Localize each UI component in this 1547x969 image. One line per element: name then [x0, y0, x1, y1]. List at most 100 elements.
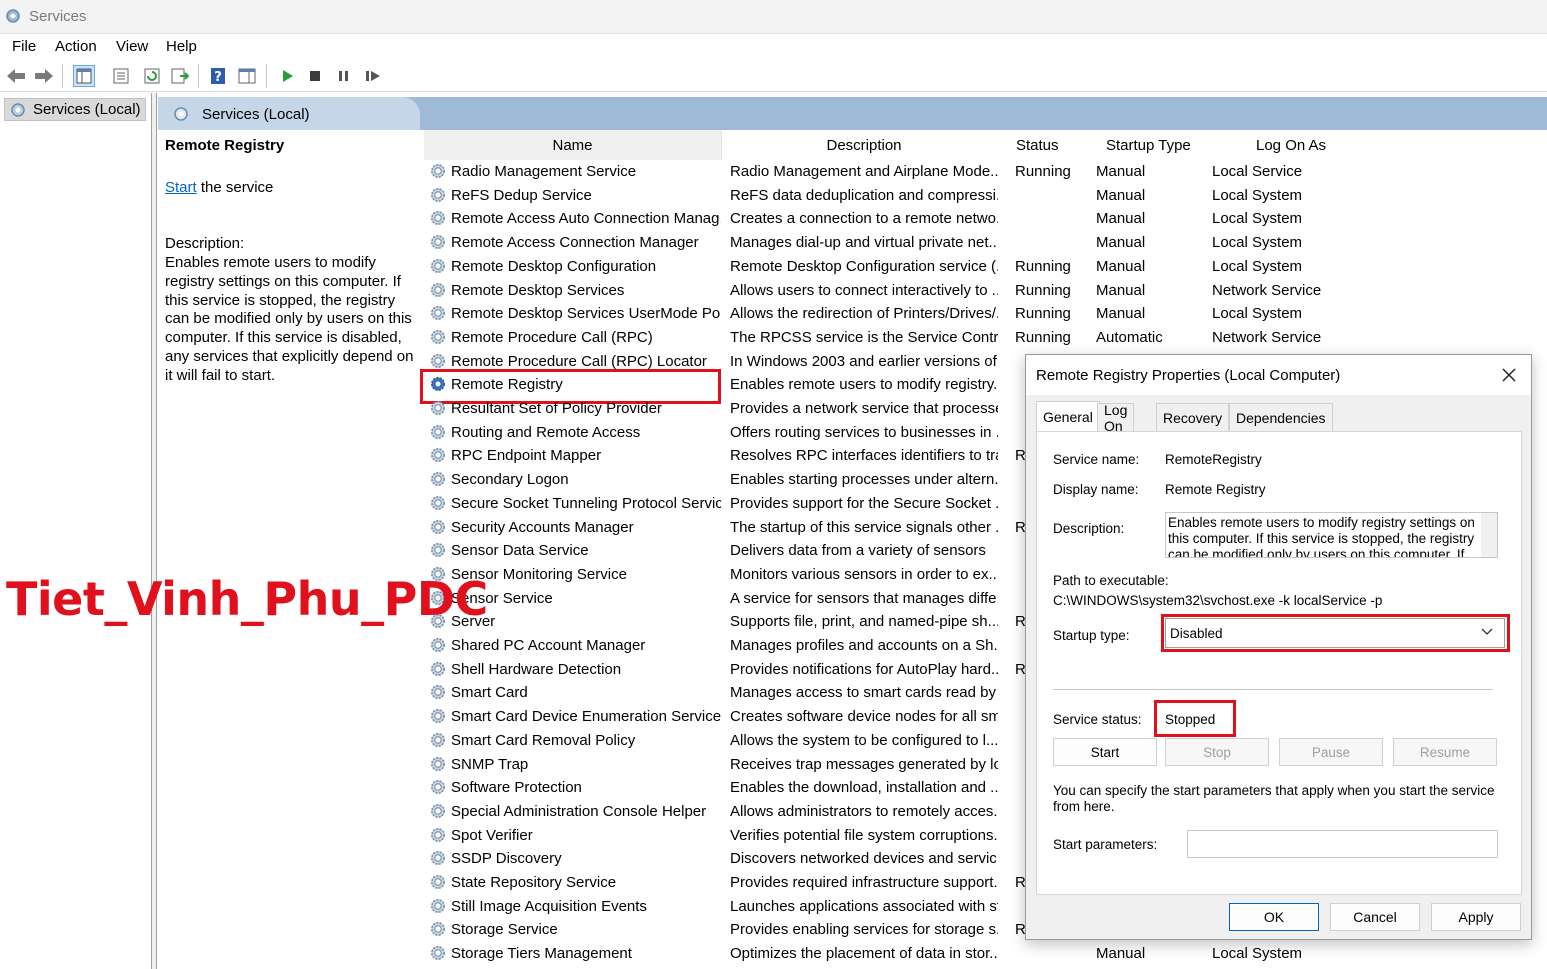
column-header-name[interactable]: Name — [424, 130, 722, 160]
service-row[interactable]: Remote Desktop Configuration Remote Deskt… — [420, 255, 1547, 279]
service-name-cell: Smart Card Device Enumeration Service — [451, 708, 721, 726]
service-name-cell: Sensor Service — [451, 589, 553, 607]
description-box[interactable]: Enables remote users to modify registry … — [1165, 512, 1498, 558]
start-parameters-label: Start parameters: — [1053, 837, 1158, 852]
gear-icon — [429, 541, 447, 559]
service-row[interactable]: Storage Tiers Management Optimizes the pl… — [420, 942, 1547, 966]
gear-icon — [429, 944, 447, 962]
service-row[interactable]: ReFS Dedup Service ReFS data deduplicatio… — [420, 184, 1547, 208]
service-name-cell: SSDP Discovery — [451, 850, 562, 868]
start-service-line: Start the service — [165, 179, 273, 196]
service-description-cell: Provides enabling services for storage s… — [730, 921, 998, 939]
properties-icon[interactable] — [110, 65, 132, 87]
service-logon-cell: Local System — [1212, 945, 1303, 963]
service-name-cell: Remote Access Connection Manager — [451, 234, 699, 252]
service-name-cell: Still Image Acquisition Events — [451, 897, 647, 915]
service-description-cell: Allows the system to be configured to l.… — [730, 731, 998, 749]
tab-log-on[interactable]: Log On — [1097, 402, 1135, 434]
service-description-cell: ReFS data deduplication and compressi... — [730, 186, 998, 204]
gear-icon — [429, 636, 447, 654]
forward-icon[interactable] — [33, 65, 55, 87]
service-description-cell: Receives trap messages generated by lo..… — [730, 755, 998, 773]
service-startup-cell: Manual — [1096, 305, 1146, 323]
service-startup-cell: Manual — [1096, 945, 1146, 963]
window-title: Services — [29, 8, 87, 25]
stop-button[interactable]: Stop — [1165, 738, 1269, 766]
menu-file[interactable]: File — [12, 38, 36, 55]
service-row[interactable]: Remote Desktop Services UserMode Por... A… — [420, 302, 1547, 326]
show-hide-tree-icon[interactable] — [73, 65, 95, 87]
cancel-button[interactable]: Cancel — [1330, 903, 1420, 931]
pane-splitter[interactable] — [152, 93, 157, 969]
tree-item-label: Services (Local) — [33, 101, 141, 118]
tab-dependencies[interactable]: Dependencies — [1229, 403, 1333, 431]
refresh-icon[interactable] — [141, 65, 163, 87]
column-header-description[interactable]: Description — [726, 130, 1002, 160]
description-scrollbar[interactable] — [1481, 513, 1497, 557]
service-startup-cell: Manual — [1096, 281, 1146, 299]
service-description-cell: Allows users to connect interactively to… — [730, 281, 998, 299]
menu-action[interactable]: Action — [55, 38, 97, 55]
service-name-cell: SNMP Trap — [451, 755, 529, 773]
apply-button[interactable]: Apply — [1431, 903, 1521, 931]
start-service-link[interactable]: Start — [165, 179, 197, 196]
display-name-value: Remote Registry — [1165, 482, 1266, 497]
start-parameters-hint: You can specify the start parameters tha… — [1053, 783, 1495, 814]
service-description-cell: Optimizes the placement of data in stor.… — [730, 945, 998, 963]
service-row[interactable]: Radio Management Service Radio Management… — [420, 160, 1547, 184]
column-header-log-on-as[interactable]: Log On As — [1256, 130, 1356, 160]
pause-service-icon[interactable] — [333, 65, 355, 87]
service-status-cell: Running — [1015, 305, 1071, 323]
show-action-pane-icon[interactable] — [236, 65, 258, 87]
tab-recovery[interactable]: Recovery — [1156, 403, 1230, 431]
start-parameters-input[interactable] — [1187, 830, 1498, 858]
column-header-startup-type[interactable]: Startup Type — [1106, 130, 1206, 160]
start-button[interactable]: Start — [1053, 738, 1157, 766]
service-name-cell: Smart Card — [451, 684, 528, 702]
gear-icon — [429, 707, 447, 725]
service-row[interactable]: Remote Access Connection Manager Manages … — [420, 231, 1547, 255]
help-icon[interactable]: ? — [207, 65, 229, 87]
start-service-suffix: the service — [196, 179, 274, 196]
service-description-cell: Verifies potential file system corruptio… — [730, 826, 998, 844]
service-logon-cell: Local System — [1212, 257, 1303, 275]
menu-bar: File Action View Help — [0, 34, 1547, 60]
tab-general[interactable]: General — [1036, 401, 1100, 431]
service-description-cell: Offers routing services to businesses in… — [730, 423, 998, 441]
extended-description-pane: Remote Registry Start the service Descri… — [158, 130, 420, 969]
service-row[interactable]: Remote Access Auto Connection Manag... Cr… — [420, 207, 1547, 231]
stop-service-icon[interactable] — [304, 65, 326, 87]
svg-text:?: ? — [214, 70, 222, 85]
main-pane-title: Services (Local) — [202, 106, 310, 123]
resume-button[interactable]: Resume — [1393, 738, 1497, 766]
service-description-cell: Allows administrators to remotely acces.… — [730, 802, 998, 820]
service-name-cell: Remote Procedure Call (RPC) — [451, 328, 653, 346]
service-name-cell: ReFS Dedup Service — [451, 186, 592, 204]
start-service-icon[interactable] — [277, 65, 299, 87]
service-description-cell: Supports file, print, and named-pipe sh.… — [730, 613, 998, 631]
pause-button[interactable]: Pause — [1279, 738, 1383, 766]
menu-view[interactable]: View — [116, 38, 148, 55]
export-list-icon[interactable] — [169, 65, 191, 87]
tree-item-services-local[interactable]: Services (Local) — [4, 98, 146, 121]
service-name-cell: Secure Socket Tunneling Protocol Service — [451, 494, 721, 512]
general-tab-panel: Service name: RemoteRegistry Display nam… — [1036, 431, 1522, 895]
service-logon-cell: Network Service — [1212, 328, 1322, 346]
service-logon-cell: Local Service — [1212, 163, 1303, 180]
column-header-status[interactable]: Status — [1016, 130, 1072, 160]
service-description-cell: Resolves RPC interfaces identifiers to t… — [730, 447, 998, 465]
service-name-value: RemoteRegistry — [1165, 452, 1262, 467]
service-name-cell: Sensor Data Service — [451, 542, 589, 560]
service-row[interactable]: Remote Desktop Services Allows users to c… — [420, 279, 1547, 303]
close-icon[interactable] — [1497, 363, 1521, 387]
menu-help[interactable]: Help — [166, 38, 197, 55]
service-status-cell: Running — [1015, 163, 1071, 180]
ok-button[interactable]: OK — [1229, 903, 1319, 931]
gear-icon — [429, 257, 447, 275]
resume-service-icon[interactable] — [362, 65, 384, 87]
service-description-cell: Radio Management and Airplane Mode... — [730, 163, 998, 180]
back-icon[interactable] — [5, 65, 27, 87]
service-row[interactable]: Remote Procedure Call (RPC) The RPCSS ser… — [420, 326, 1547, 350]
service-startup-cell: Manual — [1096, 186, 1146, 204]
service-name-cell: Remote Desktop Services — [451, 281, 625, 299]
